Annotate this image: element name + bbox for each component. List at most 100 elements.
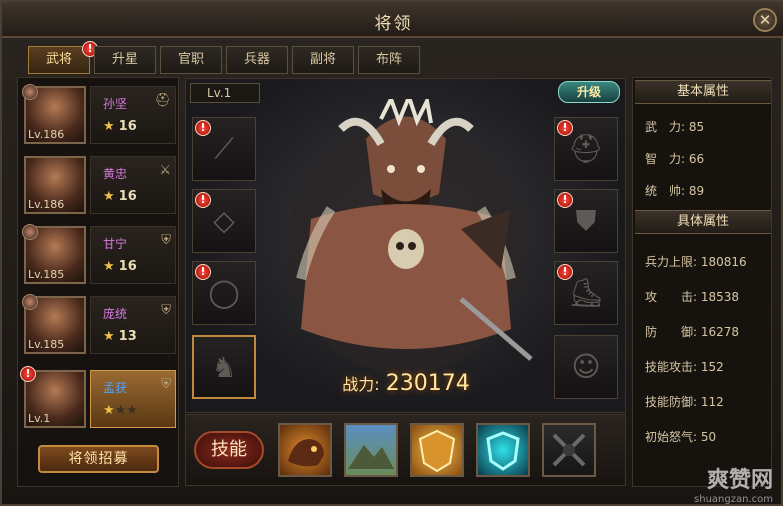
watermark: 爽赞网 shuangzan.com	[653, 462, 773, 505]
skill-slot-cyan-shield[interactable]	[476, 423, 530, 477]
star-icon: ★	[103, 119, 115, 134]
tab-rank[interactable]: 官职	[160, 46, 222, 74]
stat-initial-rage: 初始怒气: 50	[645, 428, 716, 445]
hero-level: Lv.186	[28, 198, 65, 211]
power-label: 战力:	[342, 375, 380, 394]
stat-label: 初始怒气:	[645, 430, 698, 444]
amulet-slot[interactable]: ◇!	[192, 189, 256, 253]
lieutenant-slot[interactable]: ☺	[554, 335, 618, 399]
stat-value: 89	[688, 184, 705, 198]
mountain-icon	[348, 445, 394, 469]
window-title: 将领	[374, 14, 413, 34]
star-icon: ★	[103, 259, 115, 274]
hero-stars: ★ 16	[103, 119, 137, 134]
hero-name: 甘宁	[103, 237, 128, 251]
hero-name: 黄忠	[103, 167, 128, 181]
alert-badge: !	[557, 264, 573, 280]
stat-label: 统 帅:	[645, 184, 686, 198]
boots-slot[interactable]: ⛸!	[554, 261, 618, 325]
cyan-shield-icon	[486, 431, 520, 471]
basic-attributes-header: 基本属性	[635, 80, 771, 104]
hero-card[interactable]: Lv.186 孙坚 ★ 16 ⛑	[22, 84, 178, 146]
hero-level: Lv.185	[28, 268, 65, 281]
shield-icon: ⛨	[161, 303, 171, 318]
close-button[interactable]: ✕	[753, 8, 777, 32]
skill-slot-locked[interactable]	[542, 423, 596, 477]
skill-slot-bear[interactable]	[278, 423, 332, 477]
skill-label: 技能	[194, 431, 264, 469]
star-icon: ★	[103, 329, 115, 344]
weapon-slot[interactable]: ⟋!	[192, 117, 256, 181]
star-count: 16	[118, 189, 137, 204]
skill-bar: 技能	[185, 414, 626, 486]
stat-label: 武 力:	[645, 120, 686, 134]
hero-card-selected[interactable]: ! Lv.1 孟获 ★★★ ⛨	[20, 366, 178, 430]
hero-card[interactable]: Lv.185 甘宁 ★ 16 ⛨	[22, 224, 178, 286]
tab-star-up[interactable]: 升星	[94, 46, 156, 74]
alert-badge: !	[557, 192, 573, 208]
tab-lieutenant[interactable]: 副将	[292, 46, 354, 74]
title-bar: 将领 ✕	[2, 2, 783, 38]
stat-label: 技能攻击:	[645, 360, 698, 374]
hero-level: Lv.186	[28, 128, 65, 141]
hero-card[interactable]: Lv.185 庞统 ★ 13 ⛨	[22, 294, 178, 356]
portrait-icon: ☺	[571, 350, 601, 383]
hero-info: 孙坚 ★ 16 ⛑	[90, 86, 176, 144]
stat-might: 武 力: 85	[645, 118, 704, 135]
alert-badge: !	[195, 264, 211, 280]
stat-skill-attack: 技能攻击: 152	[645, 358, 724, 375]
stat-defense: 防 御: 16278	[645, 323, 739, 340]
bear-icon	[288, 439, 324, 467]
tab-label: 副将	[309, 52, 336, 67]
recruit-button[interactable]: 将领招募	[38, 445, 159, 473]
alert-badge: !	[195, 120, 211, 136]
stat-attack: 攻 击: 18538	[645, 288, 739, 305]
hero-artwork	[286, 99, 533, 374]
hero-stars: ★★★	[103, 403, 138, 418]
tab-weapon[interactable]: 兵器	[226, 46, 288, 74]
hero-info: 黄忠 ★ 16 ⚔	[90, 156, 176, 214]
stat-label: 防 御:	[645, 325, 698, 339]
hero-level: Lv.185	[28, 338, 65, 351]
skill-slot-terrain[interactable]	[344, 423, 398, 477]
ring-slot[interactable]: ◯!	[192, 261, 256, 325]
mount-slot[interactable]: ♞	[192, 335, 256, 399]
hero-list: Lv.186 孙坚 ★ 16 ⛑ Lv.186 黄忠 ★ 16 ⚔ Lv.185 甘…	[17, 77, 179, 487]
stat-troop-cap: 兵力上限: 180816	[645, 253, 747, 270]
tab-label: 武将	[45, 52, 72, 67]
armor-slot[interactable]: ⛊!	[554, 189, 618, 253]
hero-info: 孟获 ★★★ ⛨	[90, 370, 176, 428]
tab-label: 兵器	[243, 52, 270, 67]
shield-icon: ⛨	[161, 377, 171, 392]
hero-stars: ★ 13	[103, 329, 137, 344]
stat-value: 85	[688, 120, 705, 134]
alert-badge: !	[20, 366, 36, 382]
skill-slot-shield-strike[interactable]	[410, 423, 464, 477]
star-icon: ★	[103, 189, 115, 204]
star-count: 13	[118, 329, 137, 344]
stat-value: 66	[688, 152, 705, 166]
tab-bar: 武将 ! 升星 官职 兵器 副将 布阵	[28, 41, 420, 74]
stat-value: 152	[700, 360, 724, 374]
hero-card[interactable]: Lv.186 黄忠 ★ 16 ⚔	[22, 154, 178, 216]
stat-value: 50	[700, 430, 717, 444]
stat-label: 攻 击:	[645, 290, 698, 304]
stat-intelligence: 智 力: 66	[645, 150, 704, 167]
detail-attributes-header: 具体属性	[635, 210, 771, 234]
upgrade-button[interactable]: 升级	[558, 81, 620, 103]
stat-value: 112	[700, 395, 724, 409]
general-window: 将领 ✕ 武将 ! 升星 官职 兵器 副将 布阵 Lv.186 孙坚 ★ 16 ⛑…	[0, 0, 783, 506]
stat-value: 16278	[700, 325, 740, 339]
stat-leadership: 统 帅: 89	[645, 182, 704, 199]
avatar-icon	[22, 84, 38, 100]
helmet-icon: ⛑	[154, 93, 171, 108]
hero-name: 孙坚	[103, 97, 128, 111]
helmet-slot[interactable]: ⛑!	[554, 117, 618, 181]
tab-label: 官职	[177, 52, 204, 67]
alert-badge: !	[557, 120, 573, 136]
tab-formation[interactable]: 布阵	[358, 46, 420, 74]
stat-label: 技能防御:	[645, 395, 698, 409]
tab-general[interactable]: 武将 !	[28, 41, 98, 74]
star-empty-icon: ★★	[114, 403, 138, 418]
attribute-panel: 基本属性 武 力: 85 智 力: 66 统 帅: 89 具体属性 兵力上限: …	[632, 77, 772, 487]
